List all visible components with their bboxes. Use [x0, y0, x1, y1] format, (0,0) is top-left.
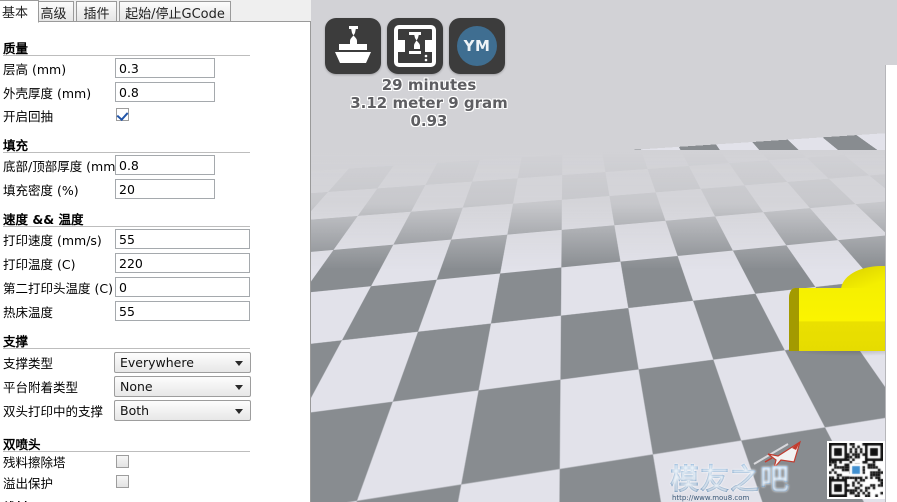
chevron-down-icon [235, 384, 243, 390]
load-model-button[interactable] [325, 18, 381, 74]
tab-plugins[interactable]: 插件 [76, 1, 117, 22]
input-shell-thickness[interactable] [115, 82, 215, 102]
label-shell-thickness: 外壳厚度 (mm) [3, 86, 92, 101]
input-second-head-temp[interactable] [115, 277, 250, 297]
label-bed-temp: 热床温度 [3, 305, 54, 320]
tab-advanced-label: 高级 [40, 6, 67, 22]
group-rule-support [3, 348, 250, 349]
watermark-url: http://www.mou8.com [672, 494, 750, 502]
load-model-icon [335, 26, 371, 63]
3d-viewport[interactable]: YM 29 minutes 3.12 meter 9 gram 0.93 模友之… [311, 0, 897, 502]
viewport-toolbar: YM [325, 18, 505, 74]
tab-basic[interactable]: 基本 [0, 0, 39, 23]
print-material: 3.12 meter 9 gram [350, 94, 508, 112]
model-body [789, 288, 897, 351]
qr-code [827, 441, 885, 499]
label-bottom-top-thickness: 底部/顶部厚度 (mm) [3, 159, 121, 174]
print-cost: 0.93 [410, 112, 448, 130]
select-dual-support-value: Both [120, 403, 150, 418]
chevron-down-icon [235, 360, 243, 366]
label-print-speed: 打印速度 (mm/s) [3, 233, 102, 248]
label-dual-support: 双头打印中的支撑 [3, 404, 104, 419]
viewport-right-strip [885, 65, 897, 502]
select-support-type[interactable]: Everywhere [114, 352, 251, 373]
save-toolpath-icon [394, 25, 436, 67]
label-platform-adhesion: 平台附着类型 [3, 380, 79, 395]
watermark: 模友之吧 http://www.mou8.com [670, 440, 885, 502]
input-bottom-top-thickness[interactable] [115, 155, 215, 175]
group-rule-dual-extrusion [3, 451, 250, 452]
select-platform-adhesion-value: None [120, 379, 153, 394]
tab-plugins-label: 插件 [83, 6, 110, 22]
label-wipe-tower: 残料擦除塔 [3, 455, 66, 470]
select-support-type-value: Everywhere [120, 355, 194, 370]
input-bed-temp[interactable] [115, 301, 250, 321]
input-print-temp[interactable] [115, 253, 250, 273]
youmagine-icon: YM [457, 26, 497, 66]
settings-panel: 基本 高级 插件 起始/停止GCode 质量 层高 (mm) 外壳厚度 (mm)… [0, 0, 311, 502]
model-body-side-face [789, 288, 799, 351]
checkbox-retraction[interactable] [116, 108, 129, 121]
label-layer-height: 层高 (mm) [3, 62, 67, 77]
label-retraction: 开启回抽 [3, 109, 54, 124]
group-title-filament: 线材 [3, 497, 28, 502]
group-rule-fill [3, 152, 250, 153]
print-time: 29 minutes [381, 76, 477, 94]
checkbox-wipe-tower[interactable] [116, 455, 129, 468]
group-rule-speed-temp [3, 226, 250, 227]
label-support-type: 支撑类型 [3, 356, 54, 371]
tab-start-stop-gcode-label: 起始/停止GCode [125, 6, 225, 22]
input-layer-height[interactable] [115, 58, 215, 78]
group-rule-quality [3, 55, 250, 56]
label-fill-density: 填充密度 (%) [3, 183, 79, 198]
tab-start-stop-gcode[interactable]: 起始/停止GCode [119, 1, 231, 22]
save-toolpath-button[interactable] [387, 18, 443, 74]
youmagine-label: YM [463, 37, 491, 55]
settings-form: 质量 层高 (mm) 外壳厚度 (mm) 开启回抽 填充 底部/顶部厚度 (mm… [0, 22, 311, 502]
chevron-down-icon [235, 408, 243, 414]
watermark-title: 模友之吧 [670, 456, 790, 498]
tab-bar: 基本 高级 插件 起始/停止GCode [0, 0, 311, 23]
youmagine-button[interactable]: YM [449, 18, 505, 74]
tab-basic-label: 基本 [1, 6, 28, 21]
label-second-head-temp: 第二打印头温度 (C) [3, 281, 113, 296]
select-platform-adhesion[interactable]: None [114, 376, 251, 397]
label-ooze-shield: 溢出保护 [3, 476, 54, 491]
input-print-speed[interactable] [115, 229, 250, 249]
checkbox-ooze-shield[interactable] [116, 475, 129, 488]
input-fill-density[interactable] [115, 179, 215, 199]
select-dual-support[interactable]: Both [114, 400, 251, 421]
label-print-temp: 打印温度 (C) [3, 257, 76, 272]
model-object[interactable] [785, 226, 897, 356]
print-stats: 29 minutes 3.12 meter 9 gram 0.93 [321, 76, 537, 130]
tab-advanced[interactable]: 高级 [33, 1, 74, 22]
